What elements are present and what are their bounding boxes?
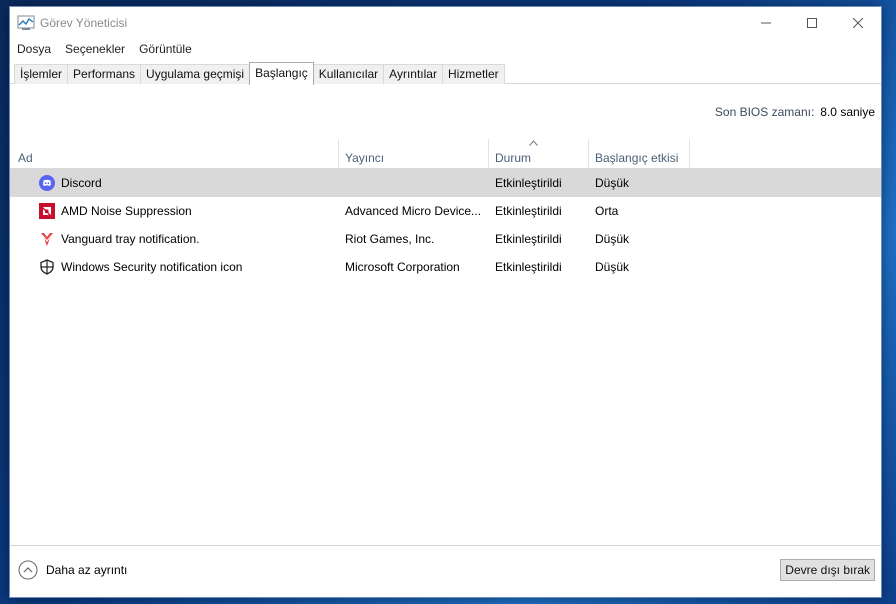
- tab-app-history[interactable]: Uygulama geçmişi: [140, 64, 251, 84]
- row-status: Etkinleştirildi: [495, 260, 562, 274]
- row-impact: Düşük: [595, 232, 630, 246]
- row-status: Etkinleştirildi: [495, 204, 562, 218]
- list-item[interactable]: Discord Etkinleştirildi Düşük: [10, 169, 881, 197]
- tab-processes[interactable]: İşlemler: [14, 64, 69, 84]
- vanguard-icon: [39, 231, 55, 247]
- close-icon: [853, 18, 863, 28]
- row-name: AMD Noise Suppression: [61, 204, 192, 218]
- row-status: Etkinleştirildi: [495, 232, 562, 246]
- list-item[interactable]: AMD Noise Suppression Advanced Micro Dev…: [10, 197, 881, 225]
- column-header-publisher[interactable]: Yayıncı: [339, 139, 489, 169]
- chevron-up-circle-icon: [18, 560, 38, 580]
- title-bar[interactable]: Görev Yöneticisi: [10, 7, 881, 39]
- task-manager-icon: [17, 15, 35, 31]
- discord-icon: [39, 175, 55, 191]
- fewer-details-label: Daha az ayrıntı: [46, 563, 128, 577]
- row-name: Vanguard tray notification.: [61, 232, 200, 246]
- window-title: Görev Yöneticisi: [40, 16, 128, 30]
- row-name: Windows Security notification icon: [61, 260, 243, 274]
- tab-startup[interactable]: Başlangıç: [249, 62, 314, 85]
- close-button[interactable]: [835, 7, 881, 39]
- menu-file[interactable]: Dosya: [10, 40, 58, 60]
- sort-ascending-icon: [529, 140, 538, 146]
- task-manager-window: Görev Yöneticisi Dosya Seçenekler Görünt…: [9, 6, 882, 598]
- tab-users[interactable]: Kullanıcılar: [312, 64, 385, 84]
- bios-time-value: 8.0 saniye: [820, 105, 875, 119]
- bios-time-label: Son BIOS zamanı:: [714, 105, 815, 119]
- fewer-details-link[interactable]: Daha az ayrıntı: [18, 560, 127, 580]
- maximize-button[interactable]: [789, 7, 835, 39]
- minimize-button[interactable]: [743, 7, 789, 39]
- startup-list: Discord Etkinleştirildi Düşük AMD Noise …: [10, 169, 881, 281]
- tab-bar: İşlemler Performans Uygulama geçmişi Baş…: [10, 62, 881, 85]
- minimize-icon: [761, 22, 771, 24]
- menu-bar: Dosya Seçenekler Görüntüle: [10, 40, 199, 60]
- shield-icon: [39, 259, 55, 275]
- disable-button[interactable]: Devre dışı bırak: [780, 559, 875, 581]
- menu-options[interactable]: Seçenekler: [58, 40, 132, 60]
- tab-details[interactable]: Ayrıntılar: [383, 64, 443, 84]
- row-impact: Düşük: [595, 260, 630, 274]
- row-name: Discord: [61, 176, 102, 190]
- menu-view[interactable]: Görüntüle: [132, 40, 199, 60]
- row-publisher: Riot Games, Inc.: [345, 232, 435, 246]
- bios-time: Son BIOS zamanı: 8.0 saniye: [715, 105, 875, 119]
- row-publisher: Advanced Micro Device...: [345, 204, 482, 218]
- row-publisher: Microsoft Corporation: [345, 260, 460, 274]
- footer-bar: Daha az ayrıntı Devre dışı bırak: [10, 545, 881, 597]
- column-header-status[interactable]: Durum: [489, 139, 589, 169]
- row-status: Etkinleştirildi: [495, 176, 562, 190]
- row-impact: Düşük: [595, 176, 630, 190]
- column-header-row: Ad Yayıncı Durum Başlangıç etkisi: [10, 139, 881, 169]
- row-impact: Orta: [595, 204, 619, 218]
- list-item[interactable]: Windows Security notification icon Micro…: [10, 253, 881, 281]
- column-header-name[interactable]: Ad: [12, 139, 339, 169]
- list-item[interactable]: Vanguard tray notification. Riot Games, …: [10, 225, 881, 253]
- maximize-icon: [807, 18, 817, 28]
- column-header-impact[interactable]: Başlangıç etkisi: [589, 139, 690, 169]
- tab-performance[interactable]: Performans: [67, 64, 142, 84]
- amd-icon: [39, 203, 55, 219]
- tab-services[interactable]: Hizmetler: [441, 64, 505, 84]
